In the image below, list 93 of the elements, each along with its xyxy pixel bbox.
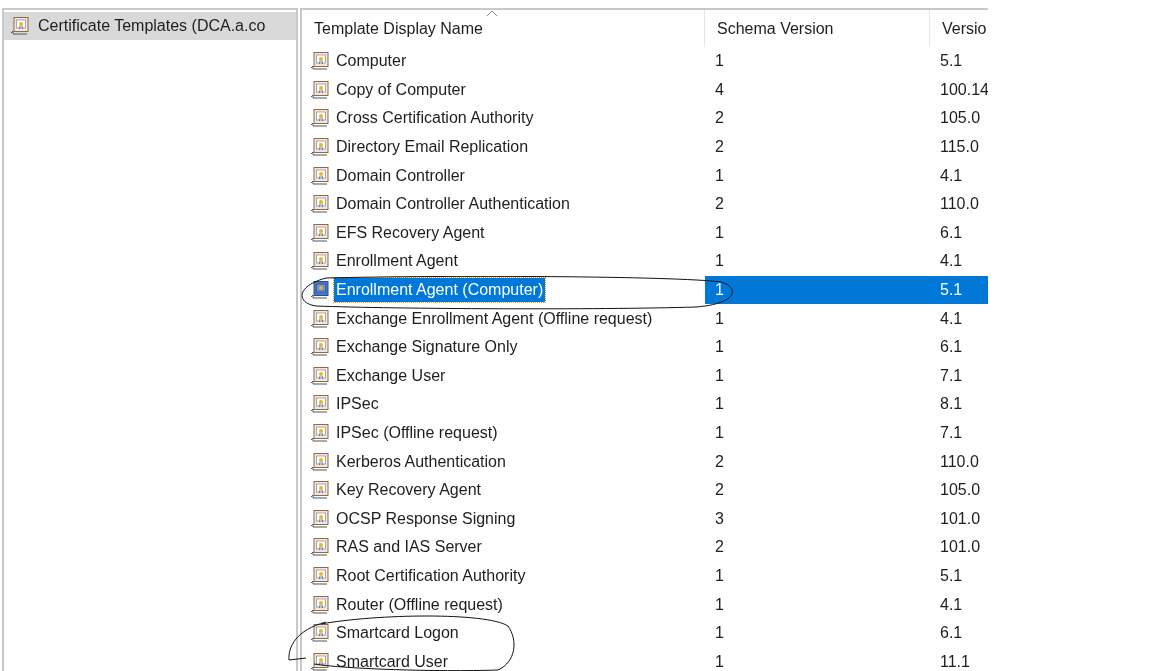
- table-cell-text: 2: [714, 108, 725, 129]
- table-cell-text: 4.1: [939, 251, 964, 272]
- certificate-template-icon: [310, 280, 330, 301]
- table-cell-text: 1: [714, 394, 725, 415]
- certificate-template-icon: [310, 337, 330, 358]
- table-cell-text: 2: [714, 137, 725, 158]
- table-cell-text: 1: [714, 51, 725, 72]
- column-header[interactable]: Versio: [930, 10, 988, 47]
- table-cell-text: 2: [714, 537, 725, 558]
- table-cell-text: 2: [714, 480, 725, 501]
- certificate-template-icon: [310, 137, 330, 158]
- table-cell-text: 4.1: [939, 308, 964, 329]
- template-name[interactable]: Copy of Computer: [334, 77, 468, 102]
- certificate-template-icon: [310, 308, 330, 329]
- table-cell-text: 1: [714, 651, 725, 671]
- table-cell-text: 7.1: [939, 365, 964, 386]
- table-cell-text: 110.0: [939, 451, 980, 472]
- certificate-template-icon: [310, 566, 330, 586]
- certificate-template-icon: [310, 108, 330, 129]
- table-cell: 1: [705, 275, 930, 305]
- certificate-template-icon: [310, 480, 330, 501]
- table-cell-text: 1: [714, 423, 725, 443]
- template-name[interactable]: Smartcard Logon: [334, 621, 461, 646]
- template-name[interactable]: Cross Certification Authority: [334, 106, 536, 131]
- certificate-template-icon: [310, 251, 330, 272]
- template-name[interactable]: Root Certification Authority: [334, 564, 528, 588]
- certificate-template-icon: [310, 623, 330, 644]
- template-name[interactable]: Exchange Enrollment Agent (Offline request): [334, 306, 655, 331]
- template-name[interactable]: Domain Controller Authentication: [334, 192, 572, 217]
- table-cell-text: 101.0: [939, 508, 982, 529]
- template-name[interactable]: Directory Email Replication: [334, 135, 531, 160]
- table-cell-text: 6.1: [939, 222, 964, 243]
- table-cell-text: 101.0: [939, 537, 982, 558]
- table-cell-text: 5.1: [939, 566, 964, 586]
- certificate-template-icon: [310, 194, 330, 215]
- template-name[interactable]: Exchange User: [334, 363, 448, 388]
- sort-ascending-icon: [486, 10, 498, 17]
- certificate-template-icon: [310, 537, 330, 558]
- table-cell-text: 115.0: [939, 137, 980, 158]
- template-name[interactable]: Exchange Signature Only: [334, 335, 520, 360]
- table-cell-text: 100.14: [939, 79, 988, 100]
- tree-item[interactable]: Certificate Templates (DCA.a.co: [4, 12, 296, 40]
- table-cell-text: 4.1: [939, 165, 964, 186]
- certificate-template-icon: [310, 451, 330, 472]
- table-cell: 5.1: [930, 275, 988, 305]
- template-name[interactable]: IPSec: [334, 392, 381, 417]
- template-name[interactable]: Enrollment Agent: [334, 249, 460, 274]
- template-name[interactable]: Enrollment Agent (Computer): [334, 278, 546, 303]
- certificate-template-icon: [310, 51, 330, 72]
- table-cell-text: 3: [714, 508, 725, 529]
- certificate-template-icon: [310, 165, 330, 186]
- table-cell-text: 6.1: [939, 337, 964, 358]
- table-cell-text: 8.1: [939, 394, 964, 415]
- table-cell-text: 1: [714, 566, 725, 586]
- template-name[interactable]: Domain Controller: [334, 163, 467, 188]
- table-cell-text: 5.1: [939, 51, 964, 72]
- certificate-template-icon: [310, 222, 330, 243]
- table-cell-text: 2: [714, 451, 725, 472]
- table-cell-text: 1: [714, 337, 725, 358]
- table-cell-text: 11.1: [939, 651, 971, 671]
- template-name[interactable]: IPSec (Offline request): [334, 421, 500, 445]
- certificate-template-icon: [310, 508, 330, 529]
- certificate-template-icon: [310, 423, 330, 443]
- column-header[interactable]: Schema Version: [705, 10, 930, 47]
- table-cell-text: 105.0: [939, 480, 982, 501]
- template-name[interactable]: Kerberos Authentication: [334, 449, 508, 474]
- table-cell-text: 1: [714, 365, 725, 386]
- table-cell-text: 2: [714, 194, 725, 215]
- table-cell-text: 110.0: [939, 194, 980, 215]
- template-name[interactable]: Computer: [334, 49, 409, 74]
- table-cell-text: 1: [714, 222, 725, 243]
- table-cell-text: 4.1: [939, 594, 964, 615]
- certificate-template-icon: [10, 16, 30, 36]
- table-cell-text: 1: [714, 165, 725, 186]
- certificate-template-icon: [310, 79, 330, 100]
- template-name[interactable]: OCSP Response Signing: [334, 506, 518, 531]
- table-cell-text: 1: [714, 623, 725, 644]
- column-header[interactable]: Template Display Name: [302, 10, 705, 47]
- template-name[interactable]: RAS and IAS Server: [334, 535, 484, 560]
- table-cell-text: 1: [714, 594, 725, 615]
- table-cell-text: 7.1: [939, 423, 964, 443]
- certificate-template-icon: [310, 365, 330, 386]
- template-name[interactable]: Key Recovery Agent: [334, 478, 483, 503]
- table-cell-text: 1: [714, 308, 725, 329]
- table-cell-text: 1: [714, 251, 725, 272]
- template-name[interactable]: EFS Recovery Agent: [334, 220, 487, 245]
- template-name[interactable]: Smartcard User: [334, 649, 451, 671]
- table-cell-text: 6.1: [939, 623, 964, 644]
- table-cell-text: 105.0: [939, 108, 982, 129]
- certificate-template-icon: [310, 594, 330, 615]
- certificate-template-icon: [310, 394, 330, 415]
- table-cell-text: 4: [714, 79, 725, 100]
- template-name[interactable]: Router (Offline request): [334, 592, 505, 617]
